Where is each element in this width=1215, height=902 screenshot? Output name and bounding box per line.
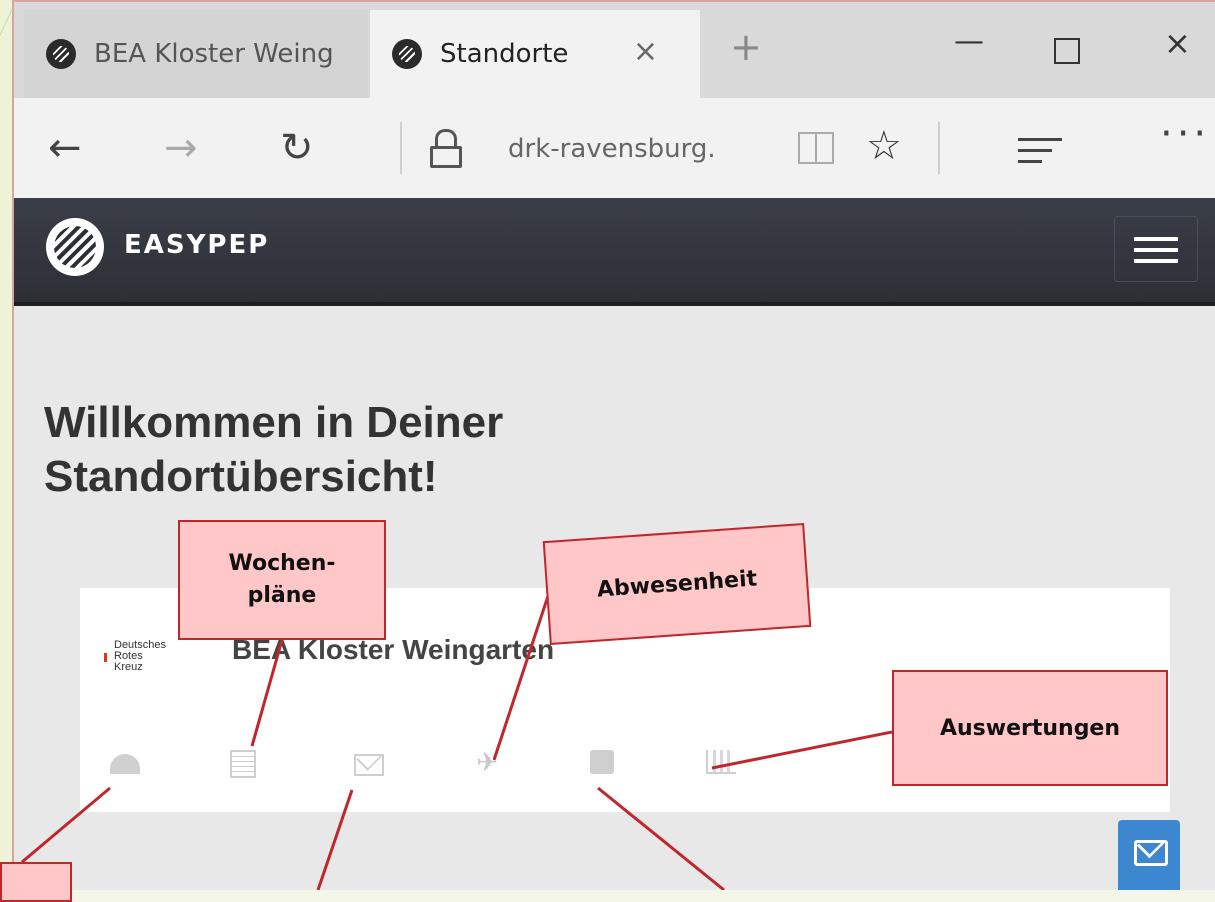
site-favicon-icon	[46, 39, 76, 69]
callout-auswertungen: Auswertungen	[892, 670, 1168, 786]
tab-title: BEA Kloster Weing	[94, 39, 334, 69]
contact-mail-button[interactable]	[1118, 820, 1180, 890]
url-field[interactable]: drk-ravensburg.	[508, 134, 716, 164]
tab-bar: BEA Kloster Weing Standorte × + — ×	[14, 2, 1215, 98]
plane-icon[interactable]: ✈	[474, 750, 500, 776]
divider	[938, 122, 940, 174]
menu-hamburger-button[interactable]	[1114, 216, 1198, 282]
back-arrow-icon[interactable]: ←	[48, 128, 82, 168]
callout-abwesenheit: Abwesenheit	[542, 522, 812, 646]
easypep-logo-icon[interactable]	[46, 218, 104, 276]
site-header: EASYPEP	[14, 198, 1215, 306]
chart-icon[interactable]	[706, 750, 736, 774]
lock-icon[interactable]	[430, 129, 462, 168]
reading-view-icon[interactable]	[798, 132, 834, 164]
site-name[interactable]: EASYPEP	[124, 230, 269, 260]
tab-title: Standorte	[440, 39, 569, 69]
calendar-icon[interactable]	[230, 750, 256, 778]
tab-bea-kloster[interactable]: BEA Kloster Weing	[24, 10, 368, 98]
forward-arrow-icon[interactable]: →	[164, 128, 198, 168]
divider	[400, 122, 402, 174]
more-options-icon[interactable]: ···	[1160, 114, 1210, 154]
hub-icon[interactable]	[1018, 138, 1062, 171]
new-tab-button[interactable]: +	[730, 28, 762, 66]
drk-logo-line: Kreuz	[114, 661, 143, 673]
address-bar: ← → ↻ drk-ravensburg. ☆ ···	[14, 98, 1215, 198]
minimize-window-icon[interactable]: —	[954, 24, 984, 59]
close-window-icon[interactable]: ×	[1164, 24, 1191, 62]
drk-logo: Deutsches Rotes Kreuz	[104, 640, 166, 673]
mail-icon[interactable]	[354, 754, 384, 776]
tab-standorte[interactable]: Standorte ×	[370, 10, 700, 98]
maximize-window-icon[interactable]	[1054, 38, 1080, 64]
site-favicon-icon	[392, 39, 422, 69]
close-tab-icon[interactable]: ×	[633, 34, 658, 69]
dashboard-icon[interactable]	[110, 754, 140, 774]
callout-wochenplaene: Wochen- pläne	[178, 520, 386, 640]
callout-partial	[0, 862, 72, 902]
rss-icon[interactable]	[590, 750, 614, 774]
page-title: Willkommen in Deiner Standortübersicht!	[44, 398, 504, 501]
favorite-star-icon[interactable]: ☆	[866, 126, 902, 166]
refresh-icon[interactable]: ↻	[280, 128, 314, 168]
